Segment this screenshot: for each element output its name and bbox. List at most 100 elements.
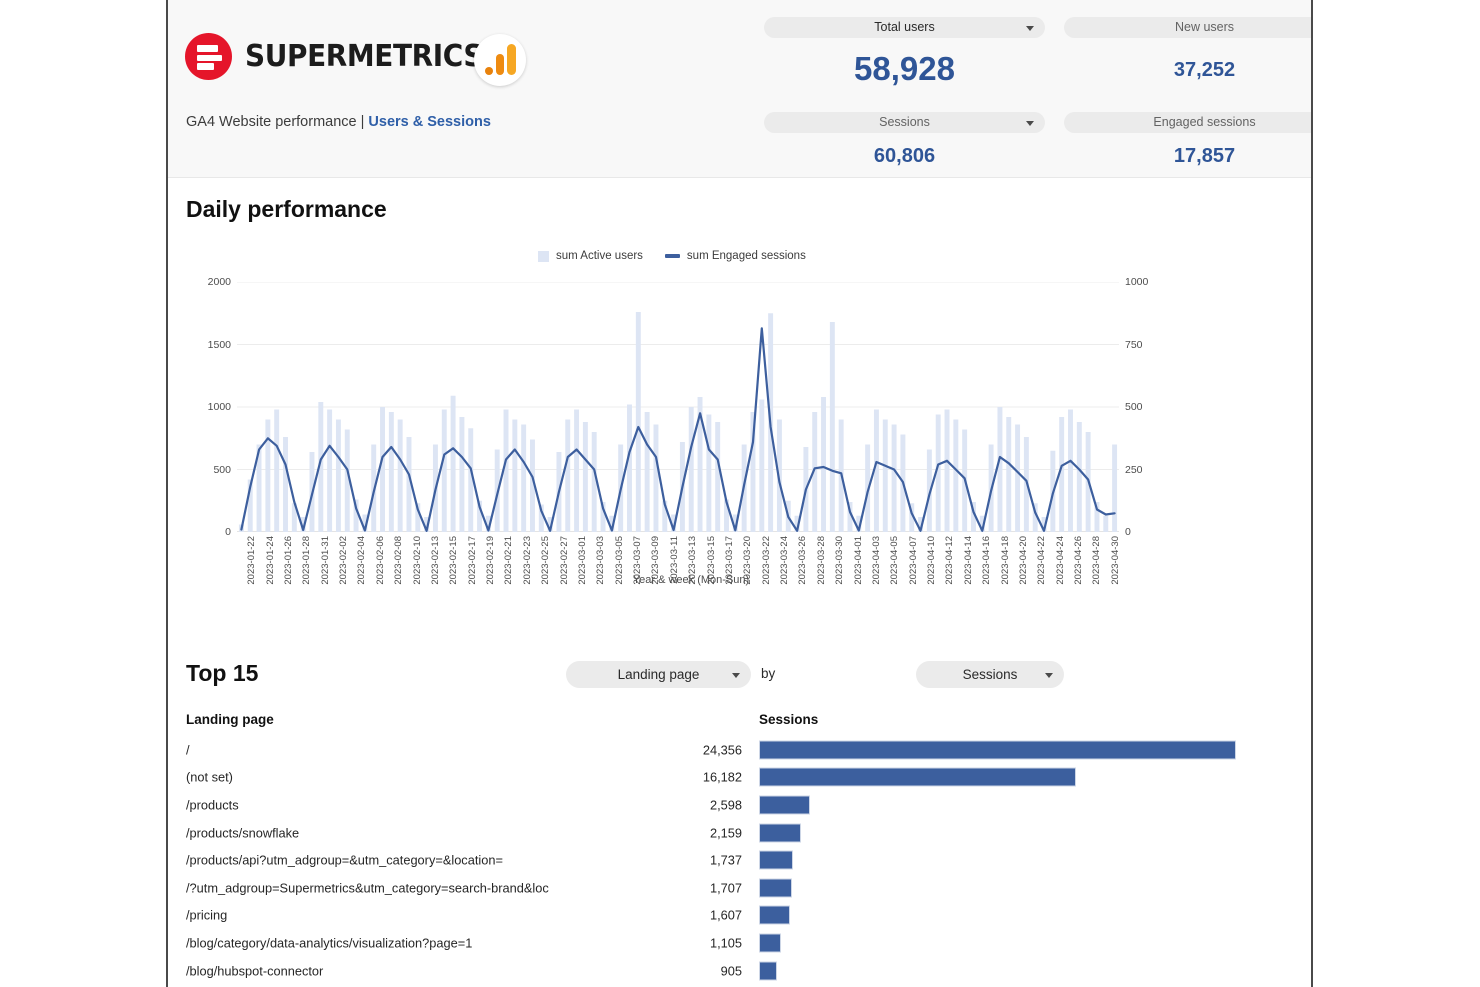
- y-axis-tick-left: 1500: [207, 338, 231, 351]
- scorecard-total-users: Total users 58,928: [764, 17, 1045, 85]
- table-row[interactable]: /?utm_adgroup=Supermetrics&utm_category=…: [186, 874, 1298, 902]
- row-dimension-label: /: [186, 742, 190, 758]
- row-dimension-label: /blog/category/data-analytics/visualizat…: [186, 935, 473, 951]
- row-metric-value: 2,598: [709, 797, 742, 813]
- row-bar: [759, 850, 794, 870]
- scorecard-engaged-sessions: Engaged sessions 17,857: [1064, 112, 1311, 167]
- chart-x-axis-ticks: 2023-01-22 2023-01-24 2023-01-26 2023-01-28…: [237, 536, 1121, 598]
- metric-select-sessions[interactable]: Sessions: [764, 112, 1045, 133]
- top15-title: Top 15: [186, 660, 259, 686]
- scorecard-value: 60,806: [873, 145, 936, 167]
- table-row[interactable]: /pricing 1,607: [186, 902, 1298, 930]
- row-dimension-label: /products/snowflake: [186, 825, 300, 841]
- report-subtitle: GA4 Website performance | Users & Sessio…: [186, 114, 491, 130]
- row-bar: [759, 961, 777, 981]
- metric-select-new-users[interactable]: New users: [1064, 17, 1311, 38]
- metric-select-engaged-sessions[interactable]: Engaged sessions: [1064, 112, 1311, 133]
- row-metric-value: 16,182: [702, 769, 742, 785]
- daily-performance-title: Daily performance: [186, 196, 387, 222]
- y-axis-tick-right: 250: [1125, 463, 1143, 476]
- row-metric-value: 905: [720, 963, 742, 979]
- supermetrics-logo-icon: [185, 33, 232, 80]
- metric-select-label: Sessions: [962, 667, 1018, 682]
- row-bar: [759, 905, 791, 925]
- scorecard-new-users: New users 37,252: [1064, 17, 1311, 81]
- legend-item-engaged-sessions: sum Engaged sessions: [664, 250, 806, 262]
- table-row[interactable]: / 24,356: [186, 736, 1298, 764]
- subtitle-main: GA4 Website performance |: [186, 114, 369, 130]
- chevron-down-icon: [1026, 120, 1034, 126]
- y-axis-tick-right: 0: [1125, 526, 1131, 538]
- line-series-engaged-sessions: [240, 327, 1116, 532]
- chart-svg: [237, 282, 1119, 532]
- daily-performance-chart: sum Active users sum Engaged sessions 0 5…: [186, 240, 1196, 600]
- row-bar-track: [759, 767, 1236, 787]
- metric-select-label: Engaged sessions: [1153, 115, 1256, 130]
- supermetrics-wordmark: SUPERMETRICS: [245, 39, 484, 74]
- row-bar-track: [759, 850, 1236, 870]
- scorecard-value: 58,928: [854, 50, 955, 87]
- legend-label: sum Engaged sessions: [686, 250, 806, 262]
- screenshot-root: SUPERMETRICS GA4 Website performance | U…: [0, 0, 1480, 987]
- report-header: SUPERMETRICS GA4 Website performance | U…: [168, 0, 1311, 178]
- chevron-down-icon: [732, 672, 740, 678]
- metric-select-total-users[interactable]: Total users: [764, 17, 1045, 38]
- table-row[interactable]: /products/api?utm_adgroup=&utm_category=…: [186, 846, 1298, 874]
- table-row[interactable]: /products/snowflake 2,159: [186, 819, 1298, 847]
- table-row[interactable]: (not set) 16,182: [186, 764, 1298, 792]
- row-metric-value: 1,737: [709, 852, 742, 868]
- dimension-select[interactable]: Landing page: [566, 661, 751, 688]
- row-dimension-label: /blog/hubspot-connector: [186, 963, 324, 979]
- row-dimension-label: /products: [186, 797, 239, 813]
- y-axis-tick-left: 0: [225, 526, 231, 538]
- row-metric-value: 2,159: [709, 825, 742, 841]
- table-row[interactable]: /products 2,598: [186, 791, 1298, 819]
- row-bar: [759, 878, 793, 898]
- row-bar-track: [759, 740, 1236, 760]
- chart-plot-area: 0 500 1000 1500 2000 0 250 500 750 1000: [208, 276, 1149, 538]
- column-header-dimension: Landing page: [186, 712, 274, 727]
- row-bar-track: [759, 961, 1236, 981]
- scorecard-value: 37,252: [1173, 59, 1236, 81]
- y-axis-tick-left: 2000: [207, 276, 231, 288]
- row-bar-track: [759, 878, 1236, 898]
- row-metric-value: 1,607: [709, 907, 742, 923]
- column-header-metric: Sessions: [759, 712, 819, 727]
- metric-select-label: New users: [1174, 20, 1235, 35]
- chart-x-axis-title: Year & week (Mon-Sun): [632, 574, 750, 586]
- row-metric-value: 1,707: [709, 880, 742, 896]
- row-metric-value: 24,356: [702, 742, 742, 758]
- row-bar: [759, 933, 781, 953]
- metric-select[interactable]: Sessions: [916, 661, 1064, 688]
- row-bar: [759, 767, 1076, 787]
- row-bar: [759, 795, 810, 815]
- y-axis-tick-right: 500: [1125, 401, 1143, 413]
- legend-line-swatch-icon: [664, 254, 680, 258]
- google-analytics-icon: [474, 34, 526, 86]
- y-axis-tick-left: 1000: [207, 401, 231, 413]
- y-axis-tick-left: 500: [213, 463, 231, 476]
- table-row[interactable]: /blog/hubspot-connector 905: [186, 957, 1298, 985]
- report-canvas: SUPERMETRICS GA4 Website performance | U…: [166, 0, 1313, 987]
- legend-label: sum Active users: [556, 250, 643, 262]
- chevron-down-icon: [1045, 672, 1053, 678]
- y-axis-tick-right: 1000: [1125, 276, 1149, 288]
- row-bar-track: [759, 905, 1236, 925]
- scorecard-sessions: Sessions 60,806: [764, 112, 1045, 166]
- row-bar: [759, 823, 802, 843]
- row-bar-track: [759, 933, 1236, 953]
- row-bar-track: [759, 823, 1236, 843]
- row-dimension-label: /products/api?utm_adgroup=&utm_category=…: [186, 852, 503, 868]
- row-dimension-label: /?utm_adgroup=Supermetrics&utm_category=…: [186, 880, 549, 896]
- metric-select-label: Total users: [874, 20, 935, 35]
- row-bar: [759, 740, 1236, 760]
- chart-legend: sum Active users sum Engaged sessions: [538, 250, 806, 262]
- row-bar-track: [759, 795, 1236, 815]
- row-metric-value: 1,105: [709, 935, 742, 951]
- top15-table: / 24,356 (not set) 16,182/products 2,598/pro…: [186, 736, 1298, 984]
- table-row[interactable]: /blog/category/data-analytics/visualizat…: [186, 929, 1298, 957]
- legend-item-active-users: sum Active users: [538, 250, 643, 262]
- scorecard-value: 17,857: [1173, 145, 1236, 167]
- legend-bar-swatch-icon: [538, 250, 549, 262]
- chevron-down-icon: [1026, 25, 1034, 31]
